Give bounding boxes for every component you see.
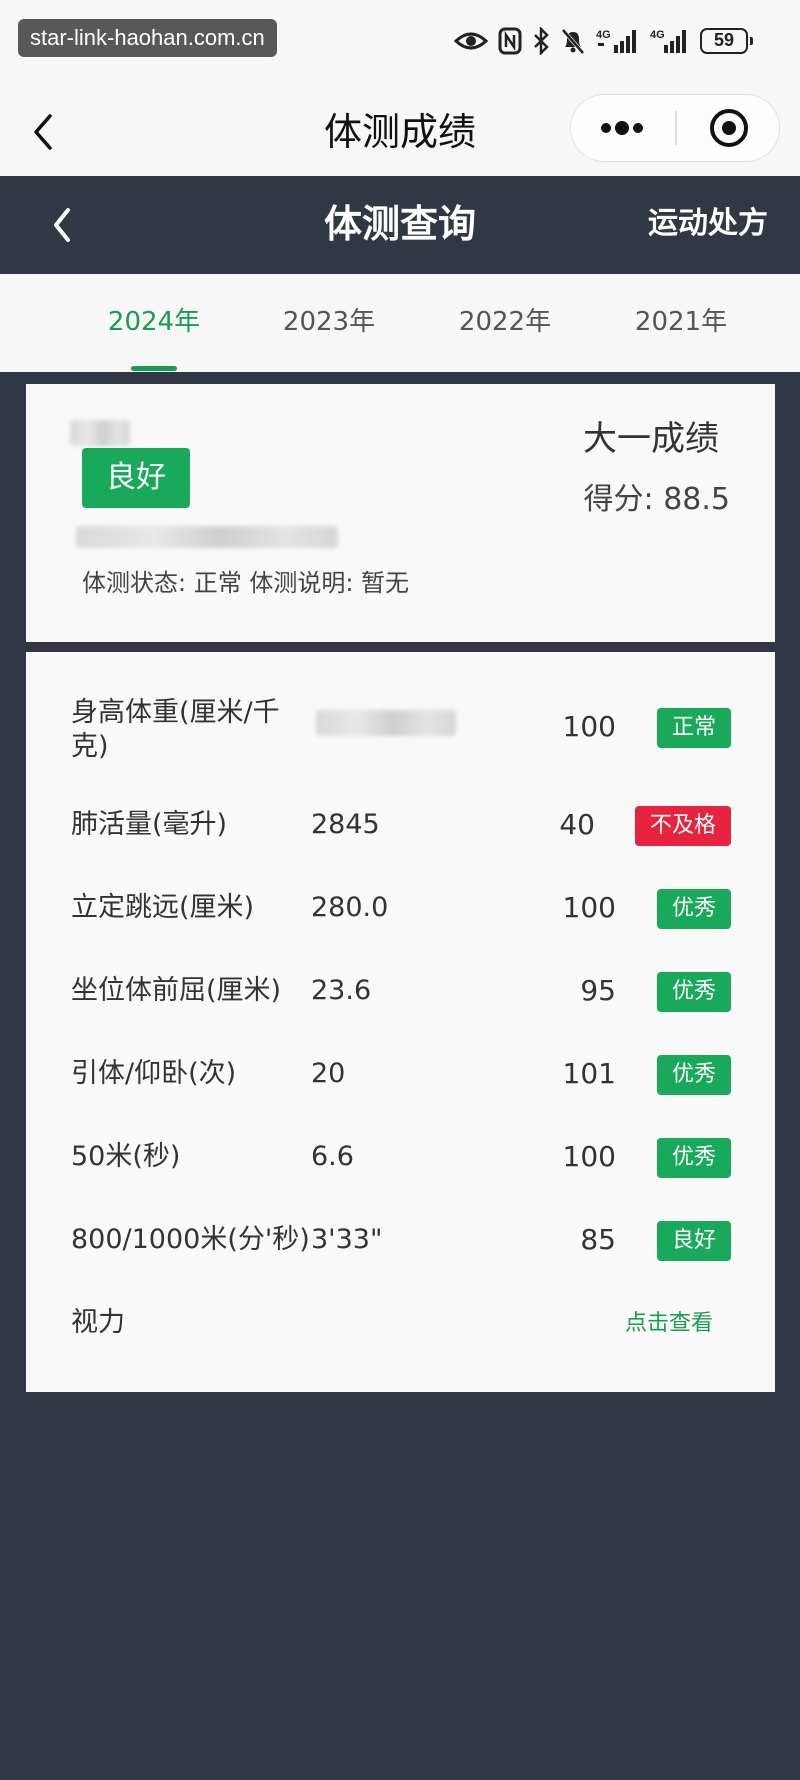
item-value: 6.6 [311, 1141, 354, 1172]
status-badge: 优秀 [656, 972, 731, 1012]
result-row: 引体/仰卧(次) 20 101 优秀 [26, 1055, 775, 1117]
eye-icon [454, 32, 488, 50]
level-title: 大一成绩 [583, 419, 719, 459]
svg-text:4G: 4G [596, 29, 611, 41]
score-value: 88.5 [663, 482, 730, 517]
svg-text:4G: 4G [650, 29, 665, 41]
status-badge: 优秀 [656, 1138, 731, 1178]
item-score: 95 [580, 974, 616, 1007]
item-score: 100 [562, 891, 616, 924]
signal-4g-icon: 4G [596, 29, 636, 53]
mute-bell-icon [561, 28, 585, 55]
tab-2021[interactable]: 2021年 [611, 304, 751, 340]
result-row: 800/1000米(分'秒) 3'33" 85 良好 [26, 1221, 775, 1283]
result-row: 身高体重(厘米/千克) 100 正常 [26, 696, 775, 770]
item-score: 85 [580, 1223, 616, 1256]
item-name: 坐位体前屈(厘米) [71, 975, 282, 1006]
status-badge: 良好 [656, 1221, 731, 1261]
item-name: 800/1000米(分'秒) [71, 1224, 310, 1255]
item-score: 100 [562, 1140, 616, 1173]
result-row: 50米(秒) 6.6 100 优秀 [26, 1138, 775, 1200]
result-row: 立定跳远(厘米) 280.0 100 优秀 [26, 889, 775, 951]
item-name: 肺活量(毫升) [71, 809, 228, 840]
status-icons: 4G 4G 59 [454, 24, 753, 58]
redacted-student-info [76, 526, 338, 548]
item-value: 23.6 [311, 975, 372, 1006]
active-tab-indicator [131, 366, 177, 371]
status-bar: star-link-haohan.com.cn 4G 4G 59 [0, 0, 800, 88]
capsule-menu [570, 94, 780, 162]
item-score: 101 [562, 1057, 616, 1090]
item-name: 50米(秒) [71, 1141, 181, 1172]
status-badge: 正常 [656, 708, 731, 748]
status-badge: 优秀 [656, 1055, 731, 1095]
year-tabs: 2024年 2023年 2022年 2021年 [0, 274, 800, 372]
item-name: 立定跳远(厘米) [71, 892, 255, 923]
score-label: 得分: [583, 482, 654, 517]
item-score: 40 [559, 808, 595, 841]
vision-row: 视力 点击查看 [26, 1306, 775, 1366]
bluetooth-icon [534, 27, 549, 55]
item-score: 100 [562, 710, 616, 743]
redacted-value [316, 710, 456, 736]
tab-2023[interactable]: 2023年 [259, 304, 399, 340]
test-status-line: 体测状态: 正常 体测说明: 暂无 [82, 569, 410, 597]
result-row: 坐位体前屈(厘米) 23.6 95 优秀 [26, 972, 775, 1034]
vision-label: 视力 [71, 1307, 125, 1338]
tab-2024[interactable]: 2024年 [84, 304, 224, 340]
watermark-label: star-link-haohan.com.cn [18, 19, 277, 57]
battery-icon: 59 [700, 28, 753, 54]
results-card: 身高体重(厘米/千克) 100 正常 肺活量(毫升) 2845 40 不及格 立… [26, 652, 775, 1392]
status-badge: 优秀 [656, 889, 731, 929]
total-score: 得分: 88.5 [584, 480, 730, 520]
mini-program-nav-bar: 体测成绩 [0, 88, 800, 176]
signal-4g-icon: 4G [650, 29, 686, 53]
close-target-icon[interactable] [677, 95, 779, 161]
query-header: 体测查询 运动处方 [0, 176, 800, 274]
item-name: 身高体重(厘米/千克) [71, 697, 280, 762]
tab-2022[interactable]: 2022年 [435, 304, 575, 340]
more-icon[interactable] [571, 95, 674, 161]
view-vision-link[interactable]: 点击查看 [625, 1308, 713, 1340]
nfc-icon [498, 27, 522, 55]
exercise-prescription-link[interactable]: 运动处方 [648, 204, 768, 244]
redacted-name [70, 420, 130, 446]
summary-card: 良好 大一成绩 得分: 88.5 体测状态: 正常 体测说明: 暂无 [26, 384, 775, 642]
item-value: 280.0 [311, 892, 389, 923]
status-badge: 不及格 [634, 806, 731, 846]
item-value: 20 [311, 1058, 346, 1089]
item-value: 2845 [311, 809, 380, 840]
item-name: 引体/仰卧(次) [71, 1058, 237, 1089]
item-value: 3'33" [311, 1224, 383, 1255]
result-row: 肺活量(毫升) 2845 40 不及格 [26, 806, 775, 868]
grade-badge: 良好 [82, 448, 190, 508]
